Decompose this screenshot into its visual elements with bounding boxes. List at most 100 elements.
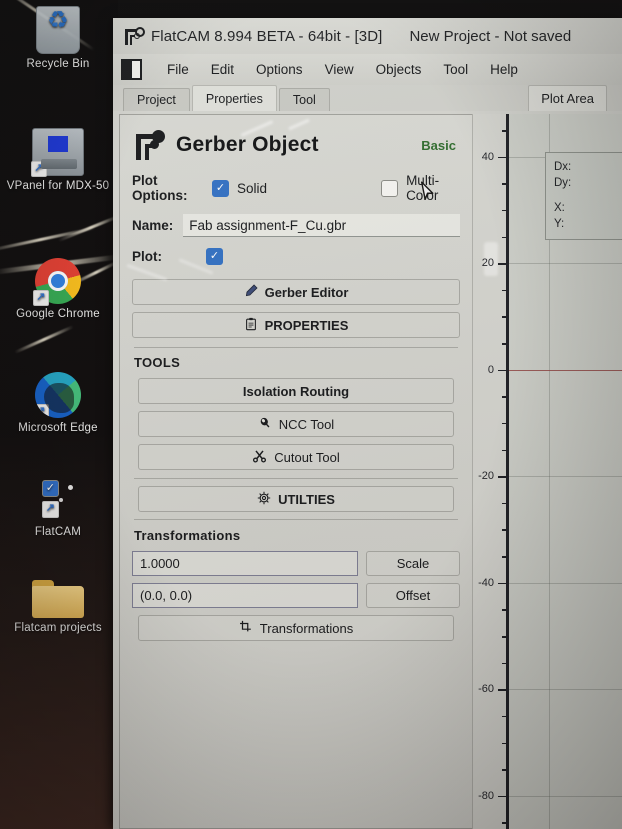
utilities-label: UTILTIES	[278, 491, 335, 507]
ncc-icon	[258, 416, 272, 433]
y-axis-minor-tick	[502, 609, 509, 611]
name-input[interactable]	[183, 214, 460, 237]
cutout-tool-button[interactable]: Cutout Tool	[138, 444, 454, 470]
menu-item-help[interactable]: Help	[479, 60, 529, 79]
recycle-bin-icon	[36, 6, 80, 54]
utilities-button[interactable]: UTILTIES	[138, 486, 454, 512]
desktop-icon-vpanel[interactable]: ↗ VPanel for MDX-50	[3, 128, 113, 193]
tools-section-title: TOOLS	[134, 355, 181, 370]
tab-bar: Project Properties Tool Plot Area	[113, 85, 622, 111]
dot-icon	[59, 498, 63, 502]
tab-tool[interactable]: Tool	[278, 88, 330, 111]
dot-icon	[68, 485, 73, 490]
desktop-icon-edge[interactable]: ↗ Microsoft Edge	[3, 372, 113, 435]
desktop-icon-label: Google Chrome	[16, 308, 100, 320]
ncc-tool-label: NCC Tool	[278, 416, 335, 432]
offset-input[interactable]	[132, 583, 358, 608]
plot-area[interactable]: Dx: -35 Dy: 53.0 X: -33.6 Y: 55.0 40 20 0 -20 -4…	[472, 114, 622, 829]
tooltip-dx-key: Dx:	[554, 161, 572, 173]
solid-label: Solid	[237, 180, 268, 196]
main-body: Gerber Object Basic Plot Options: ✓ Soli…	[113, 111, 622, 829]
level-badge: Basic	[421, 137, 456, 153]
desktop-icon-chrome[interactable]: ↗ Google Chrome	[3, 258, 113, 321]
multicolor-label: Multi-Color	[406, 173, 440, 203]
tab-project[interactable]: Project	[123, 88, 190, 111]
desktop-icon-flatcam[interactable]: ✓ ↗ FlatCAM	[3, 476, 113, 539]
tooltip-x-key: X:	[554, 202, 565, 214]
isolation-routing-label: Isolation Routing	[242, 383, 350, 399]
menu-item-file[interactable]: File	[156, 60, 200, 79]
menu-item-edit[interactable]: Edit	[200, 60, 245, 79]
y-axis-label: -80	[478, 789, 494, 802]
offset-button[interactable]: Offset	[366, 583, 460, 608]
grid-line-horizontal	[509, 263, 622, 265]
tooltip-dy-value: 53.0	[584, 175, 622, 191]
transformations-button[interactable]: Transformations	[138, 615, 454, 641]
ncc-tool-button[interactable]: NCC Tool	[138, 411, 454, 437]
y-axis-minor-tick	[502, 742, 509, 745]
shortcut-arrow-icon: ↗	[33, 290, 49, 306]
desktop-icon-label: VPanel for MDX-50	[6, 180, 110, 192]
desktop-icon-label: Recycle Bin	[26, 58, 90, 70]
tab-properties[interactable]: Properties	[191, 85, 277, 111]
tooltip-y-key: Y:	[554, 218, 565, 230]
menu-item-view[interactable]: View	[314, 60, 365, 79]
transform-icon	[239, 620, 253, 637]
properties-button-label: PROPERTIES	[264, 317, 349, 333]
scale-input[interactable]	[132, 551, 358, 576]
check-icon: ✓	[42, 480, 59, 497]
y-axis-tick	[498, 582, 509, 585]
y-axis-minor-tick	[502, 556, 509, 558]
tooltip-dy-key: Dy:	[554, 177, 572, 189]
tooltip-y-value: 55.0	[584, 216, 622, 232]
y-axis	[506, 114, 509, 829]
y-axis-label: 40	[481, 150, 494, 163]
gear-icon	[257, 491, 271, 508]
clipboard-icon	[244, 317, 258, 334]
y-axis-minor-tick	[502, 662, 509, 665]
scale-button[interactable]: Scale	[366, 551, 460, 576]
multicolor-checkbox[interactable]	[381, 179, 399, 197]
y-axis-label: -20	[478, 470, 494, 483]
flatcam-icon: ✓ ↗	[36, 476, 80, 522]
name-row: Name:	[132, 214, 460, 237]
plot-row: Plot: ✓	[132, 248, 460, 265]
plot-label: Plot:	[132, 249, 162, 264]
scale-row: Scale	[132, 551, 460, 576]
desktop-icon-recycle-bin[interactable]: Recycle Bin	[3, 6, 113, 71]
solid-checkbox[interactable]: ✓	[212, 179, 230, 197]
y-axis-tick	[498, 369, 509, 372]
zero-axis-line	[509, 369, 622, 371]
gerber-editor-button[interactable]: Gerber Editor	[132, 279, 460, 305]
vpanel-icon: ↗	[31, 128, 84, 177]
isolation-routing-button[interactable]: Isolation Routing	[138, 378, 454, 404]
menu-item-objects[interactable]: Objects	[365, 60, 433, 79]
divider	[134, 478, 458, 479]
plot-checkbox[interactable]: ✓	[206, 248, 223, 265]
menu-item-options[interactable]: Options	[245, 60, 314, 79]
cutout-tool-label: Cutout Tool	[274, 449, 340, 465]
edge-icon: ↗	[35, 372, 81, 418]
desktop-icon-flatcam-projects[interactable]: Flatcam projects	[3, 578, 113, 635]
flatcam-logo-icon	[123, 26, 145, 46]
y-axis-minor-tick	[502, 289, 509, 292]
tab-plot-area[interactable]: Plot Area	[528, 85, 607, 111]
y-axis-minor-tick	[502, 396, 509, 398]
menu-item-tool[interactable]: Tool	[432, 60, 479, 79]
y-axis-tick	[498, 795, 509, 798]
y-axis-minor-tick	[502, 715, 509, 718]
shortcut-arrow-icon: ↗	[35, 404, 49, 418]
pencil-icon	[244, 283, 258, 301]
y-axis-minor-tick	[502, 636, 509, 638]
y-axis-label: -40	[478, 576, 494, 589]
y-axis-tick	[498, 263, 509, 265]
panel-toggle-icon[interactable]	[121, 59, 142, 80]
y-axis-minor-tick	[502, 209, 509, 212]
properties-button[interactable]: PROPERTIES	[132, 312, 460, 338]
desktop-icon-label: FlatCAM	[34, 526, 82, 538]
tooltip-dx-value: -35	[584, 159, 622, 175]
chrome-icon: ↗	[33, 258, 81, 306]
plot-options-label: Plot Options:	[132, 173, 188, 203]
page-title: Gerber Object	[176, 133, 319, 156]
object-header: Gerber Object Basic	[132, 129, 460, 161]
